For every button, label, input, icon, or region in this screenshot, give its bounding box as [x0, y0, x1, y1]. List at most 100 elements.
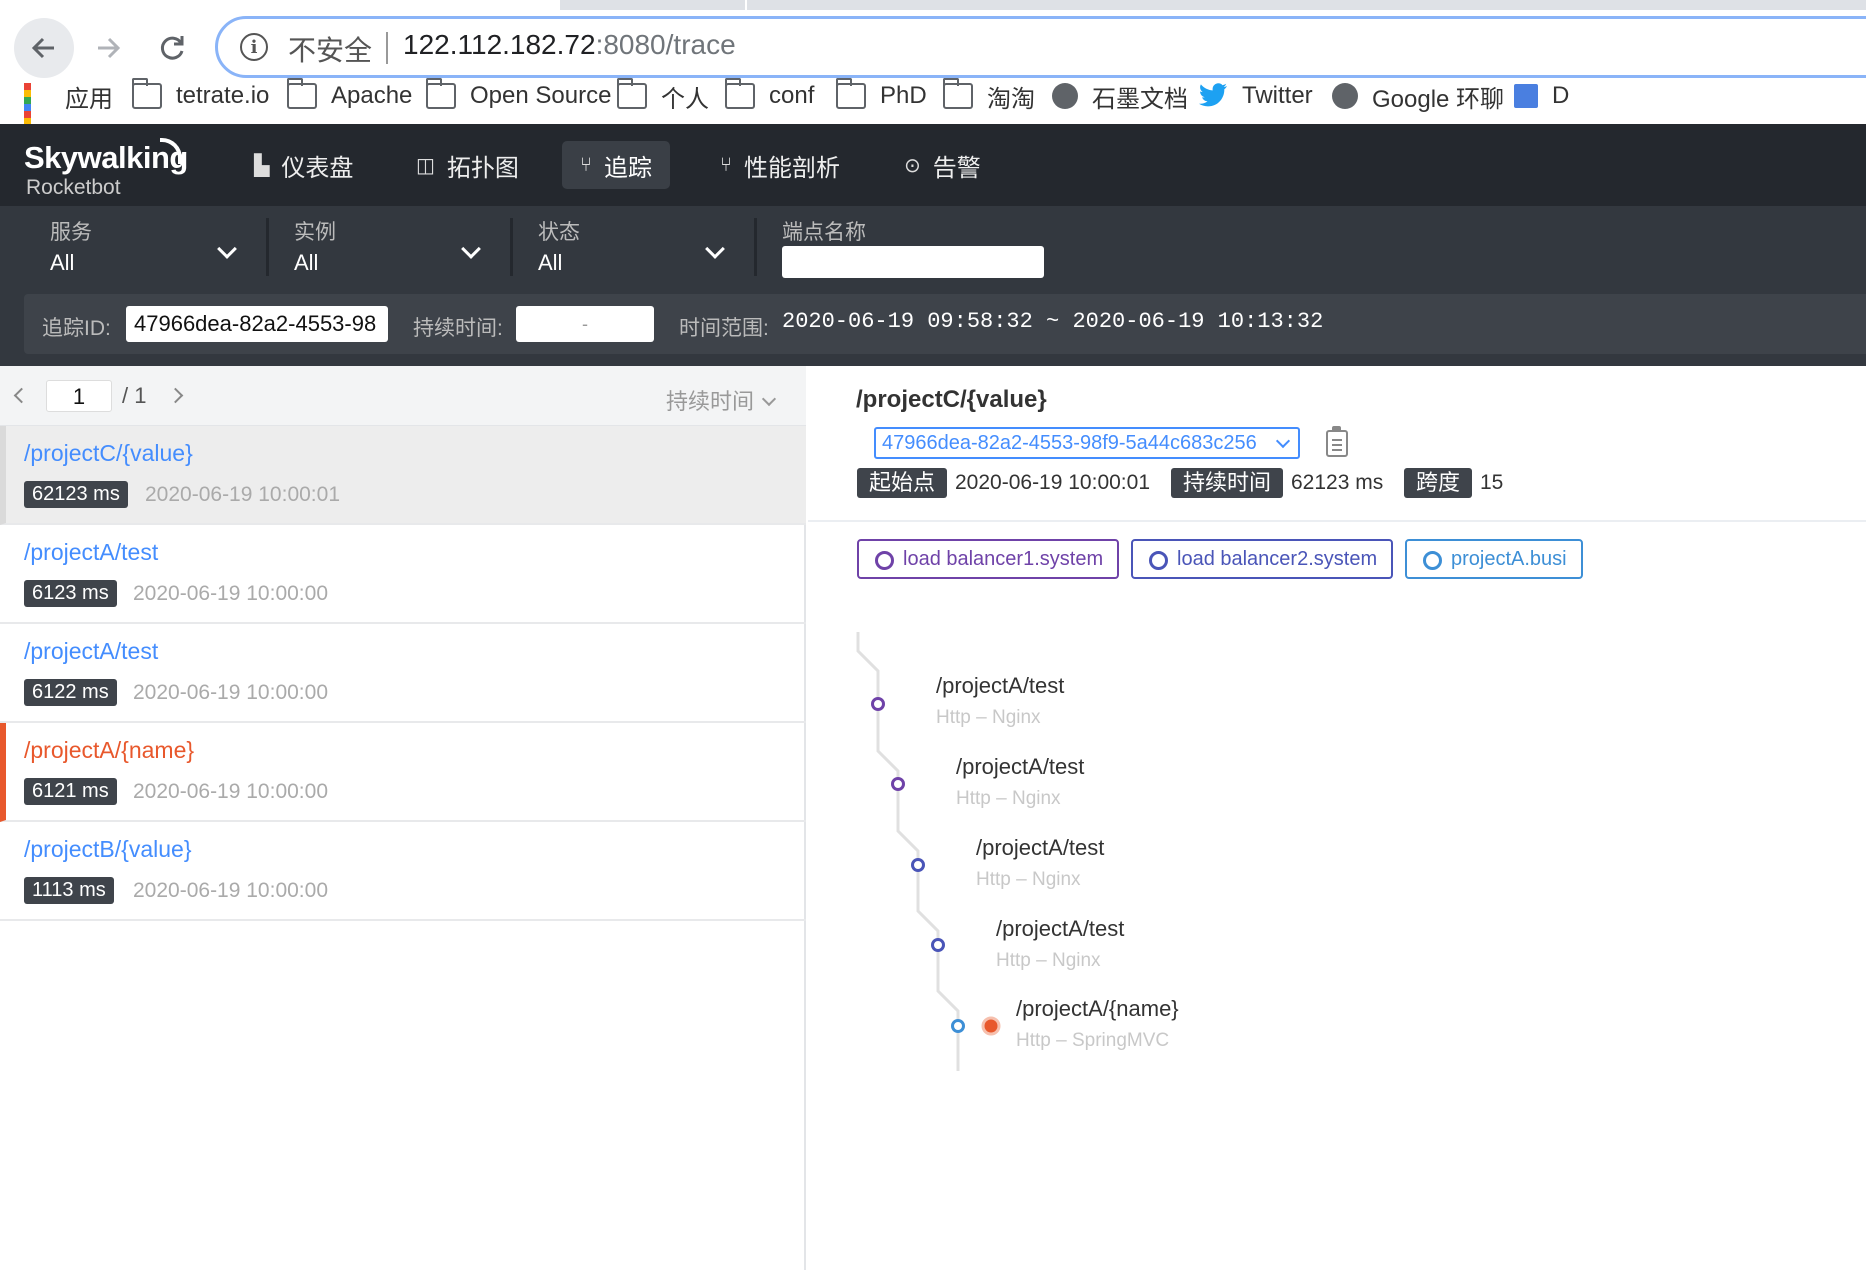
duration-input[interactable]: - — [516, 306, 654, 342]
app-header: Skywalking Rocketbot ▙ 仪表盘 ◫ 拓扑图 ⑂ 追踪 ⑂ … — [0, 124, 1866, 206]
trace-time: 2020-06-19 10:00:00 — [133, 780, 328, 803]
endpoint-input[interactable] — [782, 246, 1044, 278]
instance-value: All — [294, 250, 319, 275]
bookmark-tetrate[interactable]: tetrate.io — [132, 76, 269, 116]
bookmark-open-source[interactable]: Open Source — [426, 76, 611, 116]
prev-page-icon[interactable] — [13, 387, 30, 404]
span-node — [871, 697, 885, 711]
sort-select[interactable]: 持续时间 — [666, 384, 777, 416]
time-range-value[interactable]: 2020-06-19 09:58:32 ~ 2020-06-19 10:13:3… — [782, 309, 1323, 334]
bookmark-label: 应用 — [65, 85, 113, 113]
forward-button[interactable] — [78, 18, 138, 78]
address-bar[interactable]: i 不安全 122.112.182.72:8080/trace — [215, 16, 1866, 78]
reload-button[interactable] — [142, 18, 202, 78]
service-value: All — [50, 250, 75, 275]
trace-endpoint: /projectA/{name} — [24, 737, 195, 763]
trace-row[interactable]: /projectC/{value} 62123 ms 2020-06-19 10… — [0, 426, 806, 525]
sort-label: 持续时间 — [666, 389, 755, 414]
duration-badge: 6123 ms — [24, 580, 117, 607]
url-host: 122.112.182.72 — [403, 29, 596, 60]
nav-dashboard[interactable]: ▙ 仪表盘 — [236, 141, 371, 189]
active-tab[interactable] — [0, 0, 560, 10]
app-logo-subtitle: Rocketbot — [26, 176, 121, 199]
span-error-node — [981, 1016, 1001, 1036]
nav-label: 追踪 — [604, 154, 652, 182]
bookmark-twitter[interactable]: Twitter — [1198, 76, 1313, 116]
security-label: 不安全 — [288, 35, 373, 66]
nav-alarm[interactable]: ⊙ 告警 — [886, 141, 999, 189]
bookmark-apache[interactable]: Apache — [287, 76, 412, 116]
url-text[interactable]: 122.112.182.72:8080/trace — [403, 29, 736, 61]
chevron-down-icon — [761, 391, 777, 407]
instance-select[interactable]: 实例 All — [294, 216, 484, 286]
span-component: Http – SpringMVC — [1016, 1030, 1170, 1051]
span-endpoint[interactable]: /projectA/test — [936, 673, 1064, 699]
span-node — [931, 938, 945, 952]
next-page-icon[interactable] — [167, 387, 184, 404]
span-node — [911, 858, 925, 872]
trace-row[interactable]: /projectB/{value} 1113 ms 2020-06-19 10:… — [0, 822, 806, 921]
trace-row[interactable]: /projectA/test 6123 ms 2020-06-19 10:00:… — [0, 525, 806, 624]
duration-badge: 1113 ms — [24, 877, 114, 904]
nav-topology[interactable]: ◫ 拓扑图 — [398, 141, 537, 189]
bookmark-shimo[interactable]: 石墨文档 — [1052, 76, 1188, 116]
bookmarks-bar: 应用 tetrate.io Apache Open Source 个人 conf… — [0, 76, 1866, 146]
nav-label: 性能剖析 — [744, 154, 840, 182]
chart-icon: ▙ — [254, 154, 270, 177]
bookmark-label: conf — [769, 82, 815, 109]
trace-endpoint: /projectA/test — [24, 638, 159, 664]
nav-trace[interactable]: ⑂ 追踪 — [562, 141, 670, 189]
span-endpoint[interactable]: /projectA/test — [956, 754, 1084, 780]
span-endpoint[interactable]: /projectA/test — [996, 916, 1124, 942]
bookmark-label: 淘淘 — [987, 85, 1035, 113]
tab-strip — [0, 0, 1866, 10]
bookmark-label: tetrate.io — [176, 82, 270, 109]
trace-id-input[interactable] — [126, 306, 388, 342]
tree-link — [916, 896, 940, 976]
bookmark-conf[interactable]: conf — [725, 76, 814, 116]
trace-filters: 服务 All 实例 All 状态 All 端点名称 追踪ID: 持续时间: - … — [0, 206, 1866, 366]
profile-icon: ⑂ — [720, 153, 732, 176]
duration-label: 持续时间: — [413, 317, 503, 340]
span-endpoint[interactable]: /projectA/test — [976, 835, 1104, 861]
trace-filter-row: 追踪ID: 持续时间: - 时间范围: 2020-06-19 09:58:32 … — [24, 294, 1866, 354]
bookmark-taotao[interactable]: 淘淘 — [943, 76, 1035, 116]
trace-list-panel: 1 / 1 持续时间 /projectC/{value} 62123 ms 20… — [0, 366, 806, 1270]
reload-icon — [160, 36, 184, 60]
back-button[interactable] — [14, 18, 74, 78]
span-node — [891, 777, 905, 791]
inactive-tab[interactable] — [745, 0, 1866, 10]
trace-tree — [856, 632, 1001, 1071]
twitter-icon — [1199, 83, 1227, 107]
bookmark-d[interactable]: D — [1514, 76, 1569, 116]
divider — [510, 218, 513, 276]
service-select[interactable]: 服务 All — [50, 216, 240, 286]
trace-time: 2020-06-19 10:00:01 — [145, 483, 340, 506]
info-icon[interactable]: i — [240, 33, 268, 61]
bookmark-personal[interactable]: 个人 — [617, 76, 709, 116]
page-total: / 1 — [122, 383, 147, 408]
trace-row[interactable]: /projectA/test 6122 ms 2020-06-19 10:00:… — [0, 624, 806, 723]
divider — [266, 218, 269, 276]
span-component: Http – Nginx — [956, 788, 1061, 809]
topology-icon: ◫ — [416, 154, 435, 177]
trace-row-error[interactable]: /projectA/{name} 6121 ms 2020-06-19 10:0… — [0, 723, 806, 822]
time-range-label: 时间范围: — [679, 317, 769, 340]
bookmark-phd[interactable]: PhD — [836, 76, 927, 116]
nav-label: 告警 — [932, 154, 981, 182]
tree-link — [876, 734, 900, 814]
bookmark-apps[interactable]: 应用 — [24, 76, 113, 146]
status-select[interactable]: 状态 All — [538, 216, 728, 286]
bookmark-label: D — [1552, 82, 1570, 109]
page-input[interactable]: 1 — [46, 380, 112, 412]
duration-badge: 6122 ms — [24, 679, 117, 706]
bookmark-google-hangouts[interactable]: Google 环聊 — [1332, 76, 1504, 116]
span-endpoint[interactable]: /projectA/{name} — [1016, 996, 1179, 1022]
duration-badge: 62123 ms — [24, 481, 128, 508]
span-node — [951, 1019, 965, 1033]
folder-icon — [617, 78, 647, 109]
trace-detail-panel: /projectC/{value} 47966dea-82a2-4553-98f… — [808, 366, 1866, 1270]
folder-icon — [943, 78, 973, 109]
nav-profile[interactable]: ⑂ 性能剖析 — [702, 141, 858, 189]
endpoint-label: 端点名称 — [782, 221, 866, 244]
